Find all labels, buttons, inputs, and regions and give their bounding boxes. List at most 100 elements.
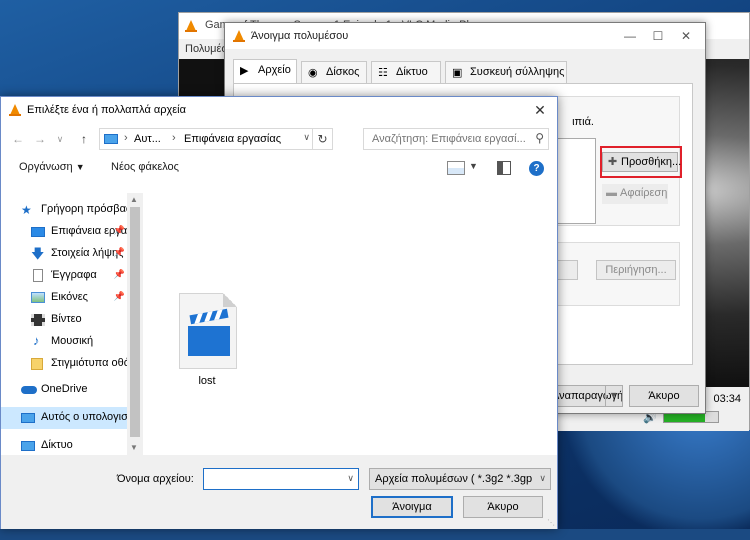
pin-icon: 📌 (113, 291, 125, 301)
filename-combo: ∨ (203, 468, 359, 490)
tab-file[interactable]: ▶ Αρχείο (233, 59, 297, 83)
play-dropdown-icon[interactable]: ▼ (605, 385, 621, 407)
pictures-icon (31, 292, 45, 303)
play-file-icon: ▶ (240, 65, 249, 77)
remove-button-label: Αφαίρεση (620, 187, 668, 199)
clapperboard-icon (188, 308, 230, 356)
chevron-down-icon[interactable]: ∨ (347, 473, 354, 484)
tab-disc[interactable]: ◉ Δίσκος (301, 61, 367, 83)
computer-icon (104, 134, 118, 144)
close-icon[interactable]: ✕ (529, 100, 551, 120)
remove-button[interactable]: ▬ Αφαίρεση (602, 184, 668, 204)
address-bar[interactable]: › Αυτ... › Επιφάνεια εργασίας ∨ ↻ (99, 128, 333, 150)
file-chooser-dialog: Επιλέξτε ένα ή πολλαπλά αρχεία ✕ ← → ∨ ↑… (0, 96, 558, 529)
search-input[interactable] (364, 129, 528, 149)
chevron-right-icon: › (172, 132, 176, 144)
help-icon[interactable]: ? (529, 161, 544, 176)
clapper-stripe (194, 313, 203, 324)
nav-label: Έγγραφα (51, 269, 97, 281)
chevron-right-icon: › (124, 132, 128, 144)
maximize-icon[interactable]: ☐ (647, 27, 669, 45)
clapper-stripe (214, 309, 223, 321)
nav-label: Εικόνες (51, 291, 88, 303)
file-dialog-title: Επιλέξτε ένα ή πολλαπλά αρχεία (27, 104, 186, 116)
plus-icon: ✚ (608, 156, 618, 168)
nav-item-videos[interactable]: Βίντεο (1, 309, 143, 331)
minimize-icon[interactable]: — (619, 27, 641, 45)
recent-dropdown-icon[interactable]: ∨ (51, 130, 69, 148)
vlc-time: 03:34 (713, 393, 741, 405)
search-icon[interactable]: ⚲ (535, 131, 544, 145)
pin-icon: 📌 (113, 225, 125, 235)
forward-arrow-icon[interactable]: → (31, 130, 49, 148)
chevron-down-icon: ∨ (539, 473, 546, 483)
browse-button[interactable]: Περιήγηση... (596, 260, 676, 280)
vlc-cone-icon (185, 20, 197, 32)
cloud-icon (21, 386, 37, 394)
clapper-stripe (204, 311, 213, 322)
video-file-icon (179, 293, 237, 369)
media-cancel-button[interactable]: Άκυρο (629, 385, 699, 407)
video-icon (31, 314, 45, 326)
filetype-select[interactable]: Αρχεία πολυμέσων ( *.3g2 *.3gp ∨ (369, 468, 551, 490)
nav-item-this-pc[interactable]: Αυτός ο υπολογιστής (1, 407, 143, 429)
star-icon: ★ (21, 203, 32, 217)
nav-item-downloads[interactable]: 🡇 Στοιχεία λήψης 📌 (1, 243, 143, 265)
nav-item-music[interactable]: ♪ Μουσική (1, 331, 143, 353)
open-button[interactable]: Άνοιγμα (371, 496, 453, 518)
nav-item-desktop[interactable]: Επιφάνεια εργασίας 📌 (1, 221, 143, 243)
scroll-up-icon[interactable]: ▲ (130, 195, 138, 204)
scrollbar-thumb[interactable] (130, 207, 140, 437)
scroll-down-icon[interactable]: ▼ (130, 443, 138, 452)
up-arrow-icon[interactable]: ↑ (75, 130, 93, 148)
clapper-top (189, 308, 229, 325)
pin-icon: 📌 (113, 269, 125, 279)
close-icon[interactable]: ✕ (675, 27, 697, 45)
filename-label: Όνομα αρχείου: (117, 473, 194, 485)
desktop-icon (31, 227, 45, 237)
cancel-button[interactable]: Άκυρο (463, 496, 543, 518)
organize-label: Οργάνωση (19, 161, 73, 173)
add-button-label: Προσθήκη... (621, 156, 682, 168)
documents-icon (33, 269, 43, 282)
address-dropdown-icon[interactable]: ∨ (303, 132, 310, 143)
capture-device-icon: ▣ (452, 67, 463, 79)
tab-file-label: Αρχείο (258, 64, 291, 76)
back-arrow-icon[interactable]: ← (9, 130, 27, 148)
file-dialog-footer: Όνομα αρχείου: ∨ Αρχεία πολυμέσων ( *.3g… (1, 455, 557, 529)
new-folder-button[interactable]: Νέος φάκελος (111, 161, 179, 173)
chevron-down-icon: ▼ (75, 162, 85, 172)
computer-icon (21, 413, 35, 423)
tab-capture-device[interactable]: ▣ Συσκευή σύλληψης (445, 61, 567, 83)
refresh-icon[interactable]: ↻ (312, 129, 332, 149)
music-icon: ♪ (33, 333, 40, 348)
nav-item-network[interactable]: Δίκτυο (1, 435, 143, 457)
filename-input[interactable] (204, 469, 340, 489)
resize-grip-icon[interactable]: ⋱ (547, 518, 555, 527)
clapper-body (188, 326, 230, 356)
file-item[interactable]: lost (177, 293, 241, 393)
add-button[interactable]: ✚ Προσθήκη... (602, 152, 682, 172)
nav-label: Στοιχεία λήψης (51, 247, 124, 259)
vlc-cone-icon (9, 104, 21, 116)
tab-capture-label: Συσκευή σύλληψης (470, 66, 565, 78)
preview-pane-icon[interactable] (497, 161, 511, 175)
disc-icon: ◉ (308, 67, 318, 79)
address-segment-root[interactable]: Αυτ... (134, 133, 161, 145)
nav-item-quick-access[interactable]: ★ Γρήγορη πρόσβαση (1, 199, 143, 221)
nav-label: OneDrive (41, 383, 88, 395)
view-dropdown-icon[interactable]: ▼ (469, 161, 478, 171)
vlc-cone-icon (233, 30, 245, 42)
minus-icon: ▬ (606, 187, 617, 199)
nav-scrollbar[interactable]: ▲ ▼ (127, 193, 143, 455)
address-segment-desktop[interactable]: Επιφάνεια εργασίας (184, 133, 281, 145)
organize-button[interactable]: Οργάνωση ▼ (19, 161, 85, 173)
nav-item-screenshots[interactable]: Στιγμιότυπα οθόνης (1, 353, 143, 375)
nav-item-pictures[interactable]: Εικόνες 📌 (1, 287, 143, 309)
network-icon (21, 441, 35, 451)
tab-network[interactable]: ☷ Δίκτυο (371, 61, 441, 83)
nav-item-onedrive[interactable]: OneDrive (1, 379, 143, 401)
view-options-icon[interactable] (447, 161, 465, 175)
panel-text: ιπιά. (572, 116, 594, 128)
nav-item-documents[interactable]: Έγγραφα 📌 (1, 265, 143, 287)
